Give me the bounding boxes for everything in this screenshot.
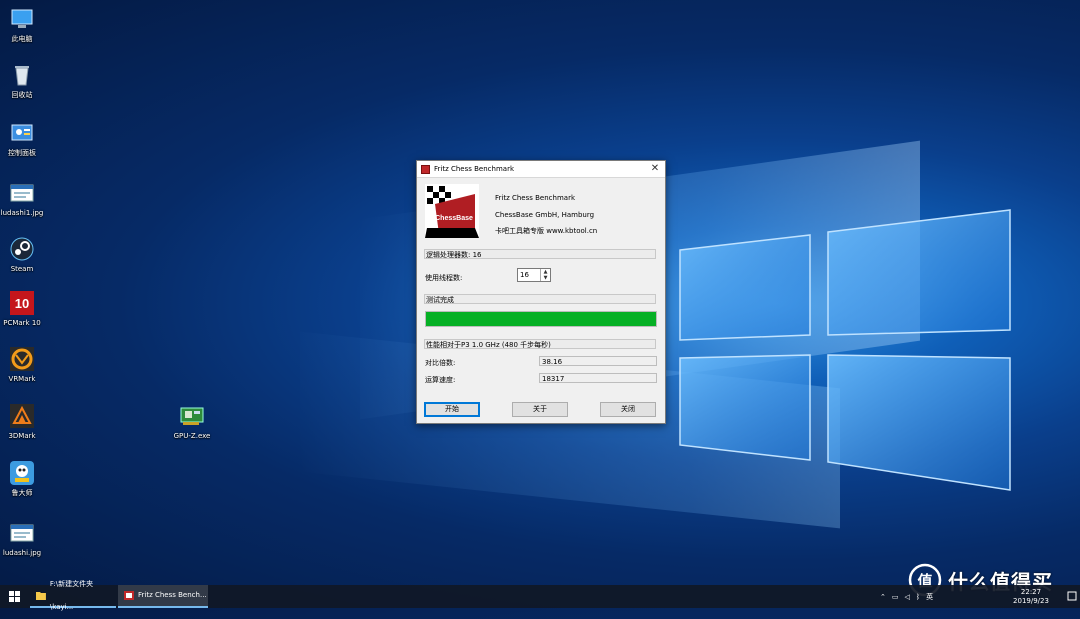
- speed-value: 18317: [539, 373, 657, 383]
- svg-text:10: 10: [15, 296, 29, 311]
- publisher-text: 卡吧工具箱专版 www.kbtool.cn: [495, 227, 598, 235]
- ratio-value: 38.16: [539, 356, 657, 366]
- benchmark-progress-bar: [425, 311, 657, 327]
- desktop-icon-control-panel[interactable]: 控制面板: [0, 120, 44, 158]
- dialog-title: Fritz Chess Benchmark: [434, 165, 515, 173]
- desktop-icon-ludashi-jpg[interactable]: ludashi.jpg: [0, 520, 44, 558]
- notification-icon[interactable]: [1066, 587, 1078, 605]
- threads-stepper[interactable]: 16 ▲ ▼: [517, 268, 551, 282]
- fritz-icon: [124, 591, 134, 600]
- dialog-titlebar[interactable]: Fritz Chess Benchmark ✕: [417, 161, 665, 178]
- stepper-down-icon[interactable]: ▼: [541, 275, 550, 281]
- status-field: 测试完成: [424, 294, 656, 304]
- taskbar-item-explorer[interactable]: F:\新建文件夹\kayi...: [30, 580, 116, 611]
- taskbar-clock[interactable]: 22:27 2019/9/23: [1006, 588, 1056, 606]
- image-file-icon: [9, 180, 35, 206]
- speed-label: 运算速度:: [425, 376, 456, 384]
- start-button[interactable]: 开始: [424, 402, 480, 417]
- chessbase-logo: ChessBase: [425, 184, 479, 238]
- fritz-app-icon: [421, 164, 430, 174]
- folder-icon: [36, 592, 46, 600]
- network-icon[interactable]: ▭: [892, 593, 899, 601]
- company-name: ChessBase GmbH, Hamburg: [495, 211, 595, 219]
- image-file-icon: [9, 520, 35, 546]
- app-name: Fritz Chess Benchmark: [495, 194, 576, 202]
- steam-icon: [9, 236, 35, 262]
- desktop-icon-vrmark[interactable]: VRMark: [0, 346, 44, 384]
- about-button[interactable]: 关于: [512, 402, 568, 417]
- clock-date: 2019/9/23: [1013, 597, 1049, 605]
- taskbar-item-fritz[interactable]: Fritz Chess Bench...: [118, 585, 208, 608]
- logical-processors-field: 逻辑处理器数: 16: [424, 249, 656, 259]
- windows-start-icon: [8, 591, 20, 602]
- desktop-icon-3dmark[interactable]: 3DMark: [0, 403, 44, 441]
- bluetooth-icon[interactable]: ᛒ: [916, 593, 920, 601]
- recycle-bin-icon: [9, 62, 35, 88]
- control-panel-icon: [9, 120, 35, 146]
- progress-fill: [426, 312, 656, 326]
- start-button[interactable]: [0, 585, 28, 608]
- vrmark-icon: [9, 346, 35, 372]
- ratio-label: 对比倍数:: [425, 359, 456, 367]
- windows-wallpaper-logo: [679, 209, 1011, 491]
- pcmark-icon: 10: [9, 290, 35, 316]
- fritz-benchmark-dialog: Fritz Chess Benchmark ✕ ChessBase Fritz …: [416, 160, 666, 424]
- threads-value: 16: [520, 271, 529, 279]
- system-tray: ⌃ ▭ ◁ ᛒ 英: [880, 585, 939, 608]
- close-button[interactable]: 关闭: [600, 402, 656, 417]
- this-pc-icon: [9, 6, 35, 32]
- desktop-icon-gpuz[interactable]: GPU-Z.exe: [170, 403, 214, 441]
- threads-label: 使用线程数:: [425, 274, 463, 282]
- ludashi-icon: [9, 460, 35, 486]
- ime-lang[interactable]: 英: [926, 592, 933, 602]
- desktop-icon-recycle-bin[interactable]: 回收站: [0, 62, 44, 100]
- chevron-up-icon[interactable]: ⌃: [880, 593, 886, 601]
- taskbar: F:\新建文件夹\kayi... Fritz Chess Bench... ⌃ …: [0, 580, 1080, 611]
- performance-header: 性能相对于P3 1.0 GHz (480 千步每秒): [424, 339, 656, 349]
- gpuz-icon: [179, 403, 205, 429]
- desktop-icon-pcmark10[interactable]: 10 PCMark 10: [0, 290, 44, 328]
- volume-icon[interactable]: ◁: [905, 593, 910, 601]
- logo-text: ChessBase: [435, 215, 473, 222]
- close-icon[interactable]: ✕: [645, 161, 665, 177]
- desktop-icon-steam[interactable]: Steam: [0, 236, 44, 274]
- 3dmark-icon: [9, 403, 35, 429]
- desktop-icon-ludashi[interactable]: 鲁大师: [0, 460, 44, 498]
- desktop-icon-this-pc[interactable]: 此电脑: [0, 6, 44, 44]
- desktop-icon-ludashi1-jpg[interactable]: ludashi1.jpg: [0, 180, 44, 218]
- clock-time: 22:27: [1020, 588, 1042, 596]
